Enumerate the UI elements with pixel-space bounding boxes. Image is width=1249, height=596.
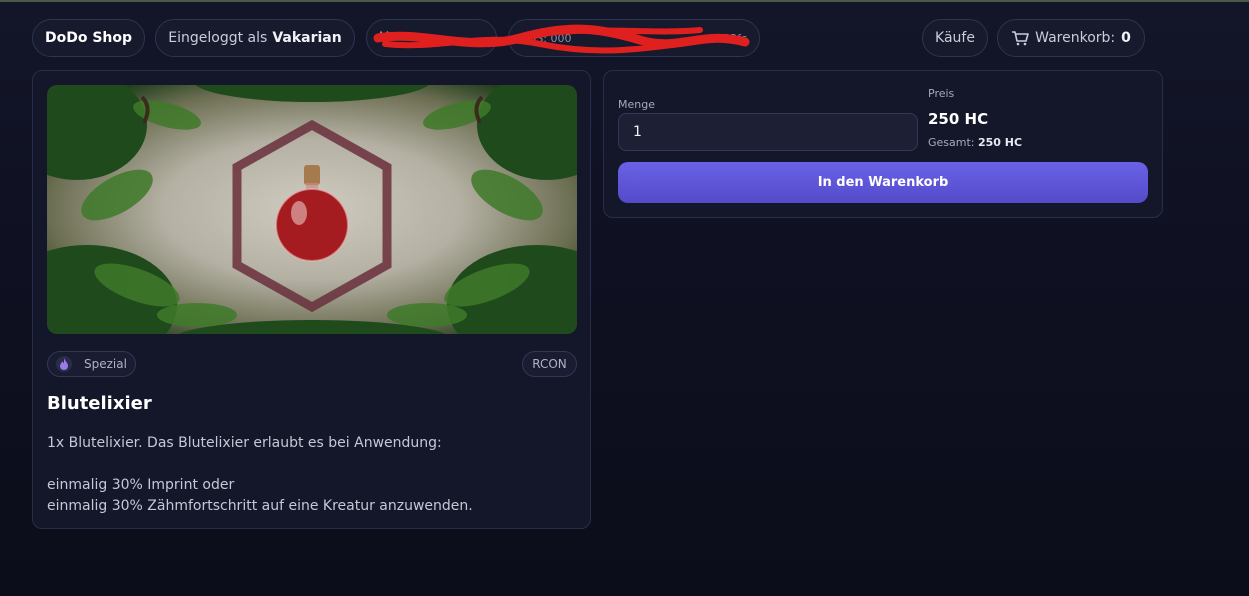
login-status: Eingeloggt als Vakarian bbox=[155, 19, 355, 57]
flame-icon bbox=[56, 356, 72, 372]
cart-count: 0 bbox=[1121, 30, 1131, 46]
quantity-input[interactable] bbox=[618, 113, 918, 151]
delivery-badge-label: RCON bbox=[532, 357, 567, 371]
product-image bbox=[47, 85, 577, 334]
potion-illustration bbox=[47, 85, 577, 334]
username: Vakarian bbox=[272, 30, 342, 46]
redacted-info-1: H bbox=[366, 19, 497, 57]
redacted-text-1: H bbox=[379, 30, 390, 46]
cart-button[interactable]: Warenkorb: 0 bbox=[997, 19, 1145, 57]
shopping-cart-icon bbox=[1012, 31, 1029, 46]
price-value: 250 HC bbox=[928, 110, 989, 128]
total-price: Gesamt: 250 HC bbox=[928, 136, 1022, 149]
total-value: 250 HC bbox=[978, 136, 1023, 149]
product-title: Blutelixier bbox=[47, 393, 152, 414]
product-card: Spezial RCON Blutelixier 1x Blutelixier.… bbox=[32, 70, 591, 529]
login-prefix: Eingeloggt als bbox=[168, 30, 268, 46]
redacted-info-2: POS: 000 12fc bbox=[508, 19, 760, 57]
purchases-button[interactable]: Käufe bbox=[922, 19, 988, 57]
redacted-text-2-end: 12fc bbox=[723, 31, 747, 45]
quantity-label: Menge bbox=[618, 98, 655, 111]
add-to-cart-button[interactable]: In den Warenkorb bbox=[618, 162, 1148, 203]
price-label: Preis bbox=[928, 87, 955, 100]
delivery-badge: RCON bbox=[522, 351, 577, 377]
category-badge: Spezial bbox=[47, 351, 136, 377]
top-border bbox=[0, 0, 1249, 2]
cart-label: Warenkorb: bbox=[1035, 30, 1116, 46]
purchase-panel: Menge Preis 250 HC Gesamt: 250 HC In den… bbox=[603, 70, 1163, 218]
category-badge-label: Spezial bbox=[84, 357, 127, 371]
product-description: 1x Blutelixier. Das Blutelixier erlaubt … bbox=[47, 435, 473, 514]
total-label: Gesamt: bbox=[928, 136, 975, 149]
redacted-text-2-start: POS: 000 bbox=[521, 31, 572, 45]
brand-logo[interactable]: DoDo Shop bbox=[32, 19, 145, 57]
